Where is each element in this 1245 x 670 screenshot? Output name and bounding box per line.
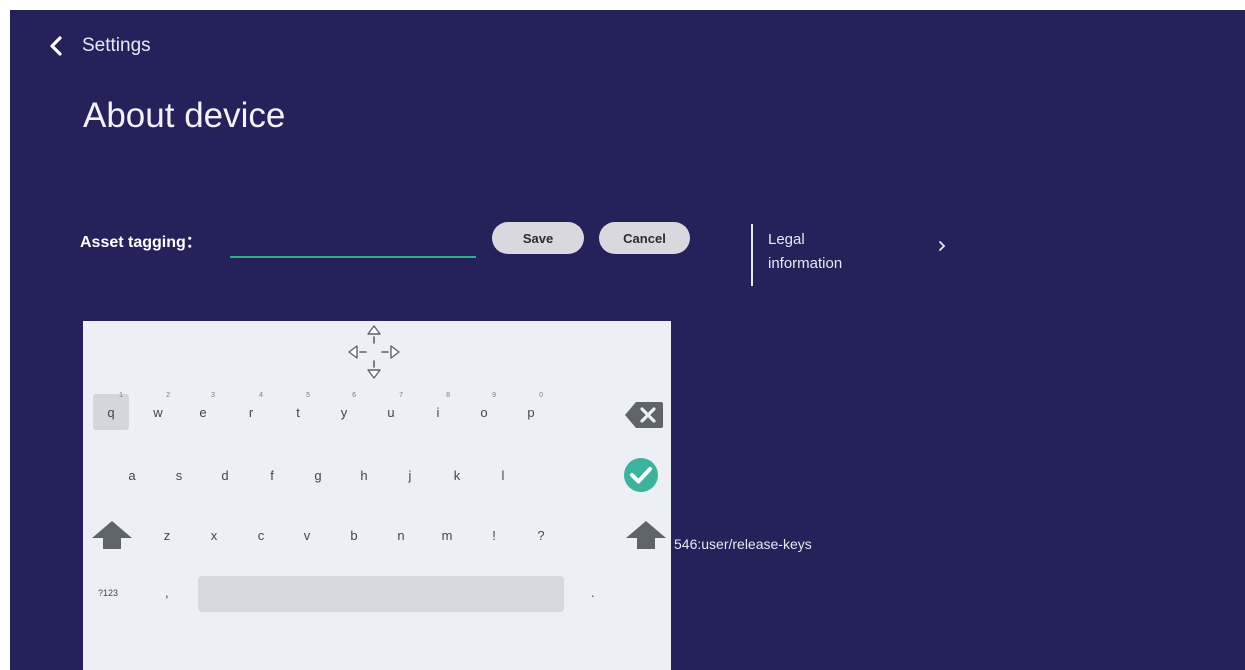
key-hint: 1 xyxy=(119,392,123,399)
chevron-right-icon[interactable] xyxy=(938,240,946,252)
backspace-key[interactable] xyxy=(623,394,665,436)
enter-key[interactable] xyxy=(621,455,661,495)
key-hint: 2 xyxy=(166,392,170,399)
key-j[interactable]: j xyxy=(392,457,428,493)
key-h[interactable]: h xyxy=(346,457,382,493)
key-label: y xyxy=(340,404,348,420)
symbols-key[interactable]: ?123 xyxy=(98,588,118,598)
key-x[interactable]: x xyxy=(196,517,232,553)
asset-tagging-label: Asset tagging： xyxy=(80,234,202,251)
checkmark-icon xyxy=(624,458,658,492)
comma-key[interactable]: , xyxy=(165,585,169,600)
key-label: w xyxy=(153,404,163,420)
key-d[interactable]: d xyxy=(207,457,243,493)
key-hint: 9 xyxy=(492,392,496,399)
key-z[interactable]: z xyxy=(149,517,185,553)
key-f[interactable]: f xyxy=(254,457,290,493)
cancel-button[interactable]: Cancel xyxy=(599,222,690,254)
shift-left-key[interactable] xyxy=(89,515,135,555)
key-n[interactable]: n xyxy=(383,517,419,553)
key-label: o xyxy=(480,404,488,420)
key-hint: 5 xyxy=(306,392,310,399)
key-hint: 3 xyxy=(211,392,215,399)
legal-label-line2: information xyxy=(768,255,843,272)
key-b[interactable]: b xyxy=(336,517,372,553)
divider xyxy=(751,224,753,286)
key-k[interactable]: k xyxy=(439,457,475,493)
key-v[interactable]: v xyxy=(289,517,325,553)
key-g[interactable]: g xyxy=(300,457,336,493)
key-label: e xyxy=(199,404,207,420)
breadcrumb[interactable]: Settings xyxy=(82,34,151,58)
key-p[interactable]: p0 xyxy=(513,392,549,430)
key-label: t xyxy=(296,404,300,420)
key-l[interactable]: l xyxy=(485,457,521,493)
key-m[interactable]: m xyxy=(429,517,465,553)
key-exclamation[interactable]: ! xyxy=(476,517,512,553)
move-arrows-icon[interactable] xyxy=(346,323,402,381)
key-label: r xyxy=(248,404,254,420)
key-w[interactable]: w2 xyxy=(140,392,176,430)
key-hint: 0 xyxy=(539,392,543,399)
back-button[interactable] xyxy=(44,34,68,58)
save-button[interactable]: Save xyxy=(492,222,584,254)
page-title: About device xyxy=(83,96,286,135)
key-hint: 8 xyxy=(446,392,450,399)
legal-label-line1: Legal xyxy=(768,231,805,248)
key-q[interactable]: q1 xyxy=(93,392,129,430)
key-i[interactable]: i8 xyxy=(420,392,456,430)
key-e[interactable]: e3 xyxy=(185,392,221,430)
key-r[interactable]: r4 xyxy=(233,392,269,430)
key-hint: 4 xyxy=(259,392,263,399)
key-c[interactable]: c xyxy=(243,517,279,553)
asset-tagging-input[interactable] xyxy=(230,230,476,258)
key-label: u xyxy=(387,404,395,420)
key-label: q xyxy=(107,404,115,420)
key-s[interactable]: s xyxy=(161,457,197,493)
backspace-icon xyxy=(625,402,663,428)
key-u[interactable]: u7 xyxy=(373,392,409,430)
key-hint: 6 xyxy=(352,392,356,399)
key-label: p xyxy=(527,404,535,420)
on-screen-keyboard: q1w2e3r4t5y6u7i8o9p0 asdfghjkl z x c v b n m!? xyxy=(83,321,671,670)
settings-screen: Settings About device Asset tagging： Sav… xyxy=(10,10,1245,670)
key-y[interactable]: y6 xyxy=(326,392,362,430)
legal-information-item[interactable]: Legal information xyxy=(768,228,888,276)
shift-arrow-icon xyxy=(92,521,132,549)
build-number-text: 546:user/release-keys xyxy=(674,536,812,552)
chevron-left-icon xyxy=(50,36,62,56)
key-question[interactable]: ? xyxy=(523,517,559,553)
key-a[interactable]: a xyxy=(114,457,150,493)
key-t[interactable]: t5 xyxy=(280,392,316,430)
space-bar[interactable] xyxy=(198,576,564,612)
period-key[interactable]: . xyxy=(591,585,595,600)
key-label: i xyxy=(436,404,440,420)
key-o[interactable]: o9 xyxy=(466,392,502,430)
shift-right-key[interactable] xyxy=(623,515,669,555)
key-hint: 7 xyxy=(399,392,403,399)
shift-arrow-icon xyxy=(626,521,666,549)
